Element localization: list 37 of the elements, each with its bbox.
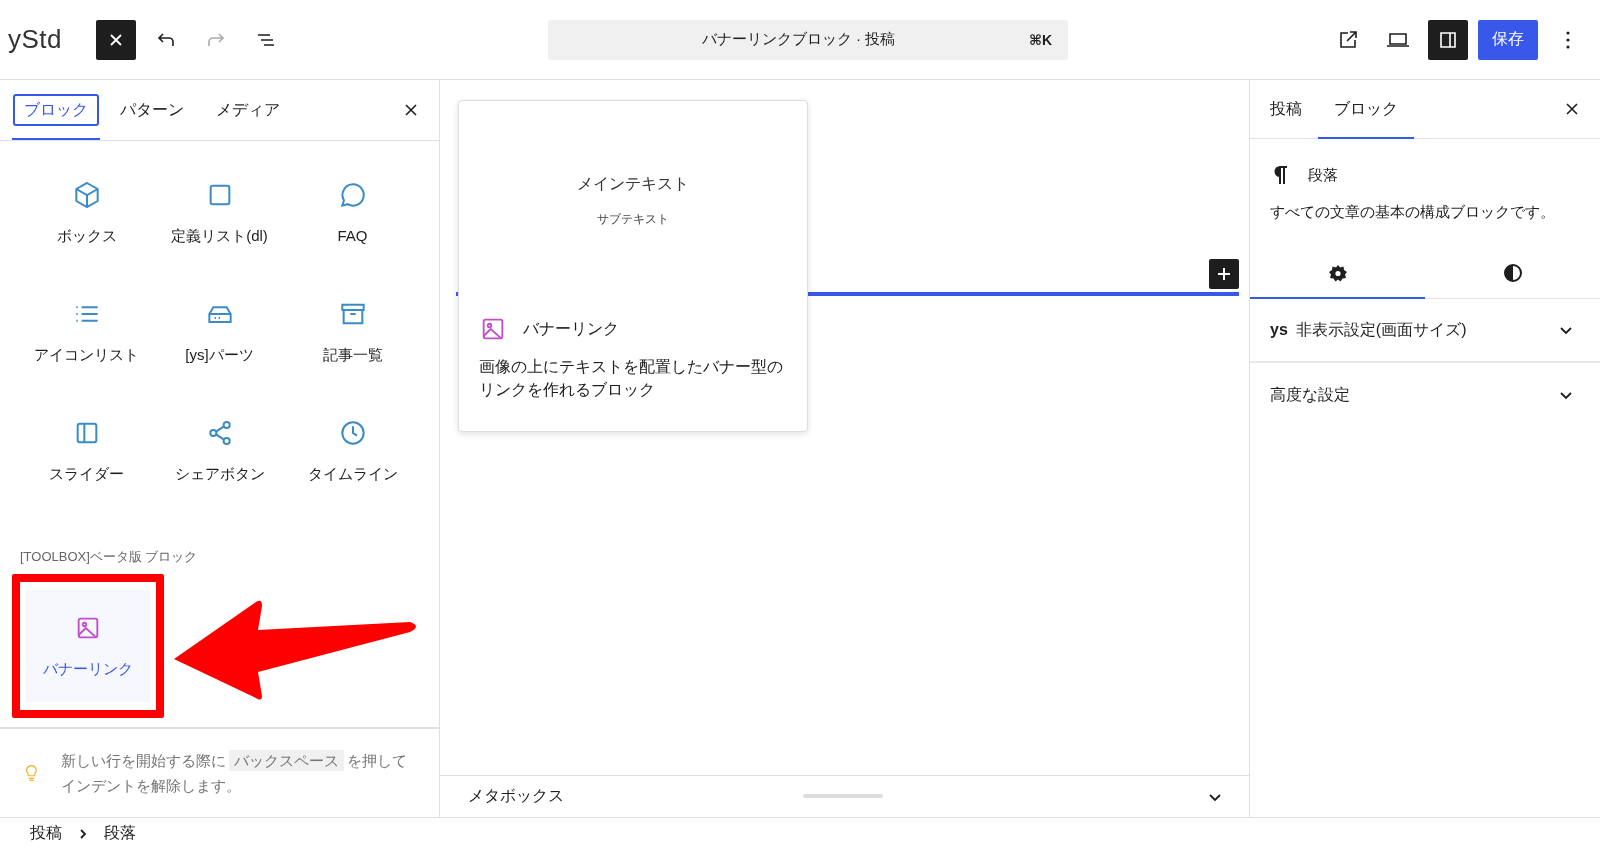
- site-logo: yStd: [8, 24, 63, 55]
- inserter-tab[interactable]: メディア: [204, 80, 292, 140]
- block-item[interactable]: FAQ: [286, 169, 419, 258]
- plus-icon: [1215, 265, 1233, 283]
- section-title: [TOOLBOX]ベータ版 ブロック: [19, 548, 199, 566]
- settings-toggle-button[interactable]: [1428, 19, 1468, 60]
- sub-text: サブテキスト: [597, 211, 669, 228]
- command-bar[interactable]: バナーリンクブロック · 投稿 ⌘K: [548, 19, 1068, 60]
- block-description: すべての文章の基本の構成ブロックです。: [1270, 203, 1556, 222]
- resize-handle[interactable]: [803, 794, 883, 798]
- block-item[interactable]: バナーリンク: [26, 590, 150, 702]
- metabox-title: メタボックス: [468, 786, 564, 806]
- settings-panel-header[interactable]: 高度な設定: [1250, 363, 1600, 427]
- tip-text: 新しい行を開始する際に バックスペース を押してインデントを解除します。: [60, 749, 408, 796]
- block-title: 段落: [1308, 165, 1338, 185]
- block-item[interactable]: アイコンリスト: [20, 288, 153, 377]
- block-item[interactable]: 記事一覧: [286, 288, 419, 377]
- inserter-tab[interactable]: パターン: [108, 80, 196, 140]
- block-item[interactable]: [ys]パーツ: [153, 288, 286, 377]
- breadcrumb-link[interactable]: 投稿: [30, 823, 62, 844]
- sidebar-tab[interactable]: 投稿: [1254, 80, 1318, 138]
- settings-panel-header[interactable]: ys 非表示設定(画面サイズ): [1250, 299, 1600, 363]
- block-title: バナーリンク: [523, 318, 619, 339]
- close-button[interactable]: [96, 19, 137, 60]
- add-block-button[interactable]: [1209, 259, 1239, 289]
- block-item[interactable]: シェアボタン: [153, 407, 286, 496]
- block-item[interactable]: タイムライン: [286, 407, 419, 496]
- block-item[interactable]: ボックス: [20, 169, 153, 258]
- inserter-tab[interactable]: ブロック: [12, 80, 100, 140]
- block-item[interactable]: 定義リスト(dl): [153, 169, 286, 258]
- sidebar-tab[interactable]: ブロック: [1318, 80, 1414, 138]
- main-text: メインテキスト: [577, 174, 689, 194]
- breadcrumb-link[interactable]: 段落: [104, 823, 136, 844]
- block-item[interactable]: スライダー: [20, 407, 153, 496]
- contrast-icon: [1501, 262, 1524, 284]
- block-description: 画像の上にテキストを配置したバナー型のリンクを作れるブロック: [479, 357, 784, 400]
- save-button[interactable]: 保存: [1478, 19, 1538, 60]
